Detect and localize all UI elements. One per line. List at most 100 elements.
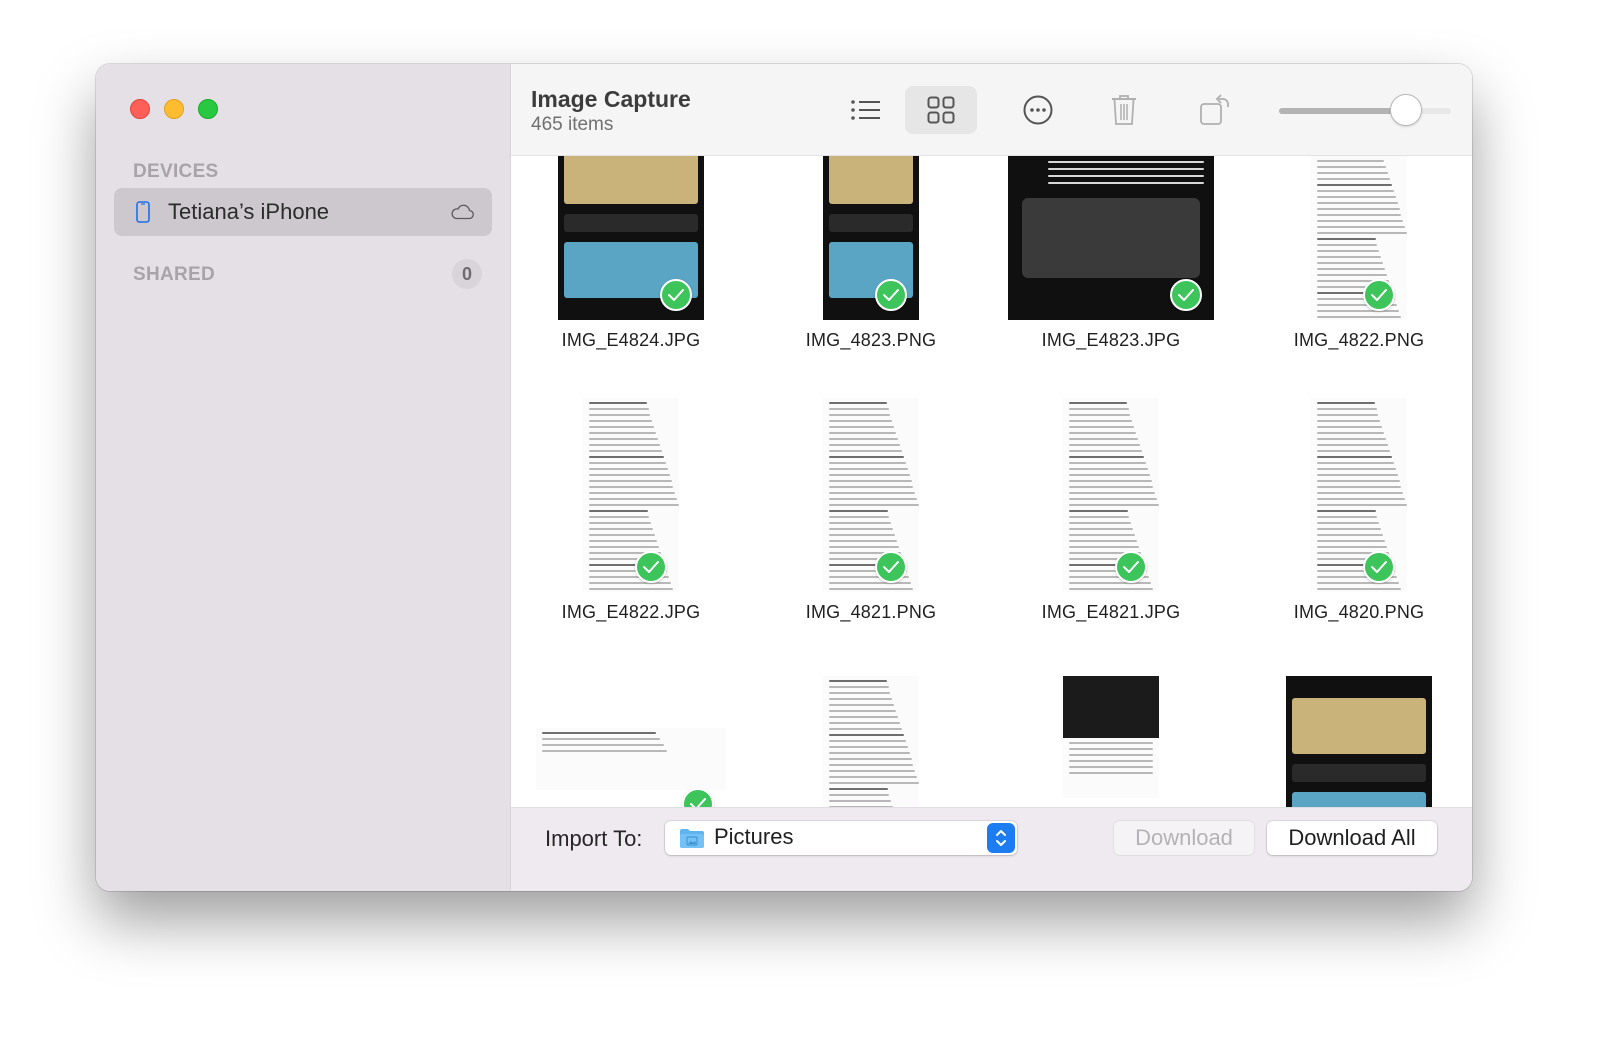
- slider-thumb[interactable]: [1390, 94, 1423, 126]
- thumbnail-size-slider[interactable]: [1279, 94, 1451, 126]
- thumbnail-item[interactable]: [751, 668, 991, 808]
- import-destination-popup[interactable]: Pictures: [665, 821, 1017, 855]
- thumbnail-text-line: [589, 408, 649, 410]
- thumbnail-text-line: [829, 480, 912, 482]
- download-button[interactable]: Download: [1114, 821, 1254, 855]
- thumbnail-text-line: [1069, 748, 1153, 750]
- thumbnail-item[interactable]: IMG_E4822.JPG: [511, 396, 751, 623]
- thumbnail-frame[interactable]: [751, 156, 991, 320]
- thumbnail-text-line: [829, 522, 892, 524]
- thumbnail-frame[interactable]: [511, 156, 751, 320]
- thumbnail-text-line: [1069, 432, 1137, 434]
- thumbnail-image[interactable]: [536, 728, 726, 790]
- shared-count-badge: 0: [452, 259, 482, 289]
- thumbnail-item[interactable]: IMG_E4823.JPG: [991, 156, 1231, 351]
- thumbnail-text-line: [829, 680, 887, 682]
- thumbnail-text-line: [1069, 540, 1138, 542]
- thumbnail-text-line: [1317, 220, 1404, 222]
- thumbnail-image[interactable]: [823, 676, 919, 808]
- thumbnail-text-line: [829, 698, 893, 700]
- thumbnail-image[interactable]: [1286, 676, 1432, 808]
- download-all-button[interactable]: Download All: [1267, 821, 1437, 855]
- thumbnail-text-line: [1317, 432, 1385, 434]
- thumbnail-frame[interactable]: [511, 668, 751, 808]
- close-button[interactable]: [130, 99, 150, 119]
- thumbnail-frame[interactable]: [751, 396, 991, 592]
- thumbnail-text-line: [1069, 444, 1141, 446]
- thumbnail-text-line: [542, 738, 660, 740]
- thumbnail-text-line: [829, 408, 889, 410]
- thumbnail-frame[interactable]: [1239, 156, 1472, 320]
- thumbnail-text-line: [829, 492, 916, 494]
- thumbnail-item[interactable]: IMG_E4824.JPG: [511, 156, 751, 351]
- thumbnail-item[interactable]: IMG_4823.PNG: [751, 156, 991, 351]
- thumbnail-frame[interactable]: [991, 396, 1231, 592]
- cloud-icon[interactable]: [450, 204, 474, 220]
- thumbnail-frame[interactable]: [991, 668, 1231, 808]
- thumbnail-text-line: [1317, 468, 1396, 470]
- minimize-button[interactable]: [164, 99, 184, 119]
- thumbnail-text-line: [829, 540, 898, 542]
- image-capture-window: DEVICES Tetiana’s iPhone SHARED 0 Image …: [96, 64, 1472, 891]
- thumbnail-text-line: [1317, 208, 1400, 210]
- thumbnail-text-line: [829, 474, 910, 476]
- thumbnail-frame[interactable]: [1239, 396, 1472, 592]
- thumbnail-item[interactable]: [1239, 668, 1472, 808]
- more-actions-button[interactable]: [1002, 86, 1074, 134]
- thumbnail-text-line: [1317, 310, 1399, 312]
- thumbnail-text-line: [1069, 546, 1140, 548]
- sidebar: DEVICES Tetiana’s iPhone SHARED 0: [96, 64, 511, 891]
- thumbnail-text-line: [1069, 402, 1127, 404]
- thumbnail-text-line: [829, 686, 889, 688]
- thumbnail-item[interactable]: IMG_E4821.JPG: [991, 396, 1231, 623]
- thumbnail-grid[interactable]: IMG_E4824.JPG IMG_4823.PNG IMG_E4823.JPG IM…: [511, 156, 1472, 808]
- grid-view-button[interactable]: [905, 86, 977, 134]
- thumbnail-text-line: [1048, 161, 1204, 163]
- thumbnail-item[interactable]: IMG_4820.PNG: [1239, 396, 1472, 623]
- thumbnail-text-line: [1317, 426, 1383, 428]
- thumbnail-text-line: [1317, 178, 1390, 180]
- thumbnail-filename: IMG_E4822.JPG: [561, 602, 701, 622]
- thumbnail-text-line: [829, 582, 911, 584]
- thumbnail-text-line: [829, 516, 890, 518]
- thumbnail-text-line: [829, 432, 897, 434]
- selected-checkmark-icon: [1363, 551, 1395, 583]
- thumbnail-text-line: [829, 420, 893, 422]
- thumbnail-frame[interactable]: [1239, 668, 1472, 808]
- thumbnail-text-line: [1069, 414, 1131, 416]
- thumbnail-text-line: [1069, 772, 1153, 774]
- thumbnail-text-line: [1317, 450, 1390, 452]
- list-view-button[interactable]: [830, 86, 902, 134]
- thumbnail-frame[interactable]: [751, 668, 991, 808]
- thumbnail-image[interactable]: [1063, 676, 1159, 798]
- thumbnail-text-line: [1069, 450, 1142, 452]
- thumbnail-text-line: [829, 800, 892, 802]
- thumbnail-text-line: [829, 510, 888, 512]
- thumbnail-item[interactable]: IMG_4822.PNG: [1239, 156, 1472, 351]
- popup-stepper[interactable]: [987, 823, 1015, 853]
- thumbnail-content-block: [564, 214, 698, 232]
- thumbnail-item[interactable]: [991, 668, 1231, 808]
- window-title: Image Capture: [531, 86, 691, 112]
- thumbnail-item[interactable]: [511, 668, 751, 808]
- thumbnail-item[interactable]: IMG_4821.PNG: [751, 396, 991, 623]
- thumbnail-frame[interactable]: [991, 156, 1231, 320]
- import-to-label: Import To:: [545, 826, 643, 851]
- bottom-bar: Import To: Pictures Download Download Al…: [511, 807, 1472, 891]
- thumbnail-text-line: [1069, 426, 1135, 428]
- sidebar-item-iphone[interactable]: Tetiana’s iPhone: [114, 188, 492, 236]
- thumbnail-content-block: [829, 214, 913, 232]
- item-count: 465 items: [531, 114, 614, 135]
- rotate-button[interactable]: [1179, 86, 1251, 134]
- thumbnail-text-line: [1317, 166, 1387, 168]
- thumbnail-text-line: [1317, 420, 1381, 422]
- maximize-button[interactable]: [198, 99, 218, 119]
- thumbnail-text-line: [829, 588, 913, 590]
- thumbnail-text-line: [589, 456, 664, 458]
- thumbnail-text-line: [1069, 742, 1153, 744]
- thumbnail-text-line: [1317, 438, 1387, 440]
- delete-button[interactable]: [1088, 86, 1160, 134]
- thumbnail-text-line: [829, 764, 914, 766]
- thumbnail-text-line: [1069, 468, 1148, 470]
- thumbnail-frame[interactable]: [511, 396, 751, 592]
